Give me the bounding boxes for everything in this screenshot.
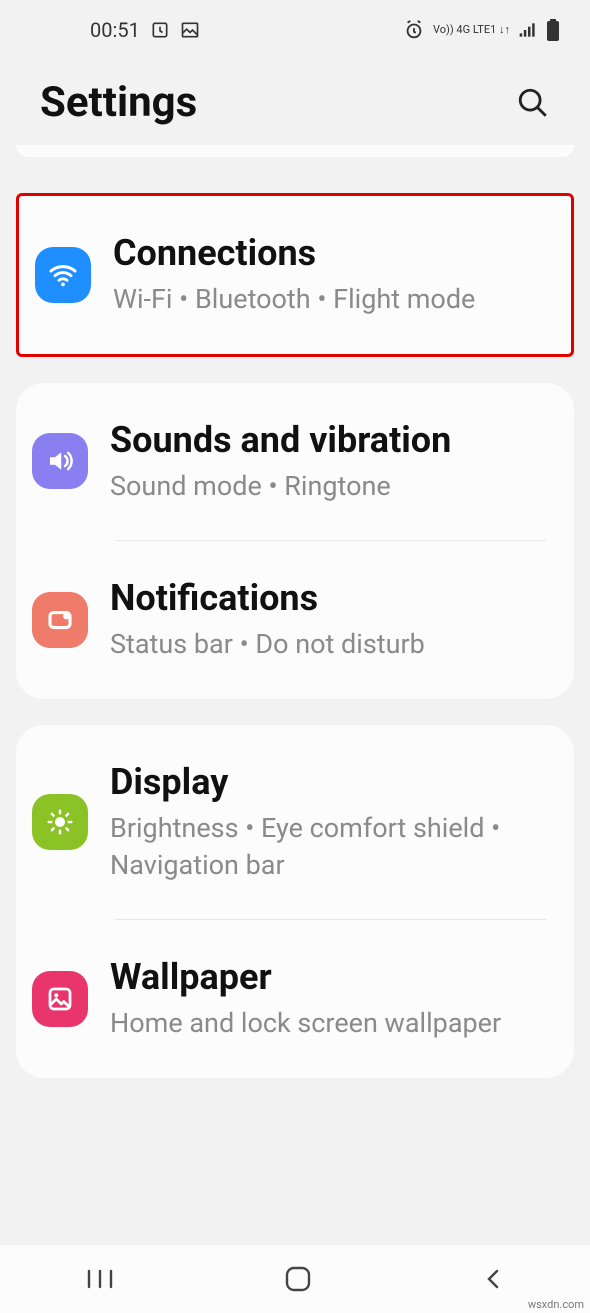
- status-left: 00:51: [90, 18, 200, 42]
- row-subtitle: Brightness • Eye comfort shield • Naviga…: [110, 810, 546, 883]
- row-display[interactable]: Display Brightness • Eye comfort shield …: [16, 725, 574, 919]
- alarm-icon: [403, 19, 425, 41]
- network-text: Vo)) 4G LTE1 ↓↑: [433, 24, 510, 36]
- row-title: Notifications: [110, 577, 546, 620]
- card-connections: Connections Wi-Fi • Bluetooth • Flight m…: [16, 193, 574, 357]
- wifi-icon: [35, 247, 91, 303]
- settings-list: Connections Wi-Fi • Bluetooth • Flight m…: [0, 145, 590, 1078]
- home-button[interactable]: [284, 1265, 312, 1293]
- picture-icon: [180, 20, 200, 40]
- row-text: Connections Wi-Fi • Bluetooth • Flight m…: [113, 232, 543, 318]
- row-notifications[interactable]: Notifications Status bar • Do not distur…: [16, 541, 574, 699]
- row-title: Wallpaper: [110, 956, 546, 999]
- search-button[interactable]: [516, 86, 550, 120]
- battery-icon: [546, 19, 560, 41]
- watermark: wsxdn.com: [528, 1298, 584, 1311]
- navigation-bar: [0, 1245, 590, 1313]
- row-title: Connections: [113, 232, 543, 275]
- sound-icon: [32, 433, 88, 489]
- signal-icon: [518, 20, 538, 40]
- clock-text: 00:51: [90, 18, 140, 42]
- row-subtitle: Wi-Fi • Bluetooth • Flight mode: [113, 281, 543, 317]
- clock-icon: [150, 20, 170, 40]
- row-wallpaper[interactable]: Wallpaper Home and lock screen wallpaper: [16, 920, 574, 1078]
- back-button[interactable]: [481, 1267, 505, 1291]
- card-display-wallpaper: Display Brightness • Eye comfort shield …: [16, 725, 574, 1078]
- row-connections[interactable]: Connections Wi-Fi • Bluetooth • Flight m…: [19, 196, 571, 354]
- display-icon: [32, 794, 88, 850]
- row-sounds[interactable]: Sounds and vibration Sound mode • Ringto…: [16, 383, 574, 541]
- notification-icon: [32, 592, 88, 648]
- page-title: Settings: [40, 78, 197, 127]
- row-subtitle: Home and lock screen wallpaper: [110, 1005, 546, 1041]
- row-title: Display: [110, 761, 546, 804]
- row-text: Sounds and vibration Sound mode • Ringto…: [110, 419, 546, 505]
- row-text: Display Brightness • Eye comfort shield …: [110, 761, 546, 883]
- status-bar: 00:51 Vo)) 4G LTE1 ↓↑: [0, 0, 590, 50]
- previous-card-edge: [16, 145, 574, 157]
- row-title: Sounds and vibration: [110, 419, 546, 462]
- row-text: Notifications Status bar • Do not distur…: [110, 577, 546, 663]
- status-right: Vo)) 4G LTE1 ↓↑: [403, 19, 560, 41]
- row-subtitle: Sound mode • Ringtone: [110, 468, 546, 504]
- row-text: Wallpaper Home and lock screen wallpaper: [110, 956, 546, 1042]
- row-subtitle: Status bar • Do not disturb: [110, 626, 546, 662]
- recents-button[interactable]: [85, 1267, 115, 1291]
- wallpaper-icon: [32, 971, 88, 1027]
- header: Settings: [0, 50, 590, 145]
- card-sounds-notifications: Sounds and vibration Sound mode • Ringto…: [16, 383, 574, 699]
